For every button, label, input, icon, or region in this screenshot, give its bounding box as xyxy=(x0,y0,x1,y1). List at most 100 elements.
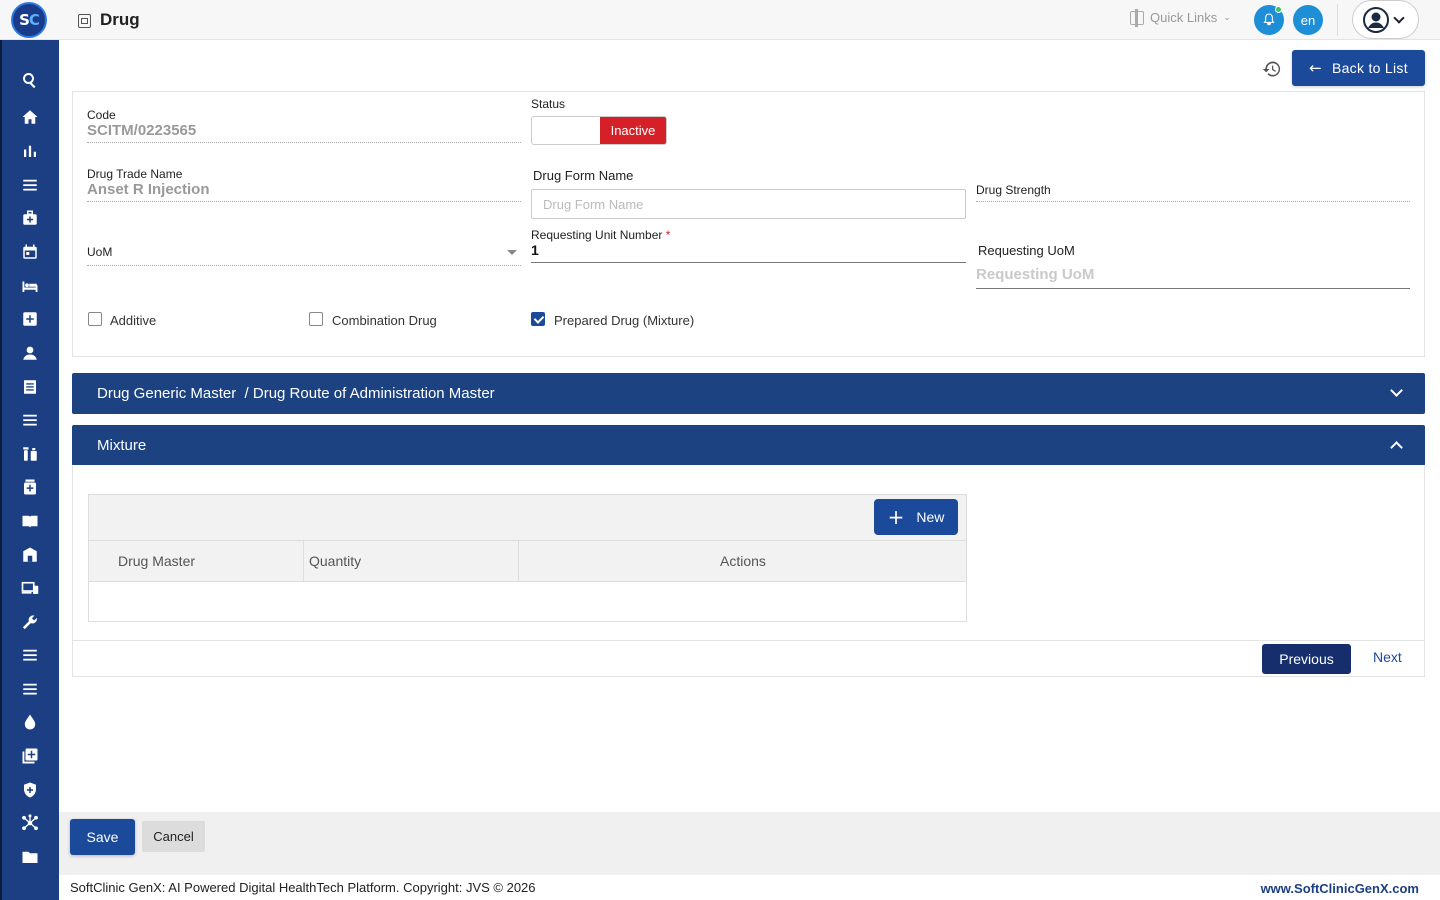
form-name-input[interactable]: Drug Form Name xyxy=(531,189,966,219)
drop-icon[interactable] xyxy=(20,712,40,732)
column-header-drug-master[interactable]: Drug Master xyxy=(118,541,195,581)
user-menu-button[interactable] xyxy=(1352,0,1419,39)
status-toggle[interactable]: Inactive xyxy=(531,116,667,145)
grid-toolbar: + New xyxy=(89,495,966,541)
plus-icon: + xyxy=(887,505,905,529)
grid-empty-row xyxy=(89,582,966,621)
arrow-left-icon: ← xyxy=(1309,59,1322,77)
trade-name-label: Drug Trade Name xyxy=(87,167,183,181)
accordion-mixture[interactable]: Mixture xyxy=(72,425,1425,466)
list-icon[interactable] xyxy=(20,410,40,430)
column-divider xyxy=(518,541,519,581)
uom-dropdown-caret-icon[interactable] xyxy=(507,250,517,255)
req-uom-underline xyxy=(976,288,1410,289)
plus-box-icon[interactable] xyxy=(20,309,40,329)
mixture-grid: + New Drug Master Quantity Actions xyxy=(88,494,967,622)
bar-chart-icon[interactable] xyxy=(20,141,40,161)
save-button[interactable]: Save xyxy=(70,819,135,855)
back-to-list-button[interactable]: ← Back to List xyxy=(1292,50,1425,86)
req-uom-label: Requesting UoM xyxy=(978,243,1075,258)
accordion-generic-route[interactable]: Drug Generic Master / Drug Route of Admi… xyxy=(72,373,1425,414)
drug-form-card: Code SCITM/0223565 Status Inactive Drug … xyxy=(72,91,1425,357)
quick-links-label: Quick Links xyxy=(1150,10,1218,25)
column-header-quantity[interactable]: Quantity xyxy=(309,541,361,581)
req-uom-input[interactable]: Requesting UoM xyxy=(976,266,1094,283)
caret-down-icon: ⌄ xyxy=(1223,12,1231,22)
column-divider xyxy=(303,541,304,581)
page-icon xyxy=(78,14,91,28)
new-label: New xyxy=(916,509,945,525)
lab-icon[interactable] xyxy=(20,444,40,464)
menu-icon[interactable] xyxy=(20,175,40,195)
history-icon[interactable] xyxy=(1262,59,1282,79)
divider xyxy=(1337,4,1338,36)
add-box-icon[interactable] xyxy=(20,746,40,766)
grid-header-row: Drug Master Quantity Actions xyxy=(89,541,966,582)
footer: SoftClinic GenX: AI Powered Digital Heal… xyxy=(59,875,1440,900)
cancel-button[interactable]: Cancel xyxy=(142,821,205,852)
quick-links-dropdown[interactable]: Quick Links ⌄ xyxy=(1130,8,1231,27)
copyright-text: SoftClinic GenX: AI Powered Digital Heal… xyxy=(70,880,536,895)
menu-icon-3[interactable] xyxy=(20,679,40,699)
hub-icon[interactable] xyxy=(20,813,40,833)
uom-label: UoM xyxy=(87,245,113,259)
prepared-drug-checkbox[interactable] xyxy=(531,312,545,326)
chevron-down-icon xyxy=(1390,384,1403,397)
required-star: * xyxy=(665,228,671,242)
form-action-bar: Save Cancel xyxy=(59,812,1440,875)
app-logo[interactable]: SC xyxy=(11,2,47,38)
devices-icon[interactable] xyxy=(20,578,40,598)
divider xyxy=(73,640,1424,641)
back-to-list-label: Back to List xyxy=(1331,60,1408,76)
medical-bag-icon[interactable] xyxy=(20,208,40,228)
previous-button[interactable]: Previous xyxy=(1262,644,1351,674)
additive-label: Additive xyxy=(110,313,157,328)
column-header-actions: Actions xyxy=(720,553,766,569)
page-title: Drug xyxy=(100,10,140,29)
uom-select[interactable] xyxy=(87,265,521,266)
code-label: Code xyxy=(87,108,116,122)
shield-icon[interactable] xyxy=(20,780,40,800)
building-icon[interactable] xyxy=(20,545,40,565)
accordion-generic-title: Drug Generic Master / Drug Route of Admi… xyxy=(97,385,495,402)
folder-icon[interactable] xyxy=(20,847,40,867)
bell-icon xyxy=(1263,13,1275,26)
calendar-icon[interactable] xyxy=(20,242,40,262)
status-inactive-badge[interactable]: Inactive xyxy=(600,117,666,144)
receipt-icon[interactable] xyxy=(20,377,40,397)
bed-icon[interactable] xyxy=(20,276,40,296)
req-unit-underline xyxy=(531,262,966,263)
logo-letter-s: S xyxy=(19,11,30,29)
website-link[interactable]: www.SoftClinicGenX.com xyxy=(1261,881,1419,896)
book-icon[interactable] xyxy=(20,511,40,531)
avatar-icon xyxy=(1363,6,1389,33)
trade-name-underline xyxy=(87,201,521,202)
logo-letter-c: C xyxy=(28,11,40,29)
trade-name-value: Anset R Injection xyxy=(87,181,210,198)
home-icon[interactable] xyxy=(20,107,40,127)
code-underline xyxy=(87,142,521,143)
user-icon[interactable] xyxy=(20,343,40,363)
new-button[interactable]: + New xyxy=(874,499,958,535)
gift-icon xyxy=(1130,8,1144,27)
sidebar xyxy=(0,40,59,900)
language-button[interactable]: en xyxy=(1293,5,1323,35)
status-label: Status xyxy=(531,97,566,111)
form-name-label: Drug Form Name xyxy=(533,168,634,183)
req-unit-value[interactable]: 1 xyxy=(531,242,539,258)
top-bar: SC Drug Quick Links ⌄ en xyxy=(0,0,1440,40)
prepared-drug-label: Prepared Drug (Mixture) xyxy=(554,313,695,328)
pharmacy-icon[interactable] xyxy=(20,477,40,497)
next-button[interactable]: Next xyxy=(1373,649,1402,665)
menu-icon-2[interactable] xyxy=(20,645,40,665)
combination-drug-checkbox[interactable] xyxy=(309,312,323,326)
search-icon[interactable] xyxy=(20,70,40,90)
wrench-icon[interactable] xyxy=(20,612,40,632)
notifications-button[interactable] xyxy=(1254,5,1284,35)
mixture-panel: + New Drug Master Quantity Actions Previ… xyxy=(72,465,1425,677)
strength-input[interactable] xyxy=(976,201,1410,202)
additive-checkbox[interactable] xyxy=(88,312,102,326)
notification-dot xyxy=(1275,6,1282,13)
code-value: SCITM/0223565 xyxy=(87,122,197,139)
req-unit-label-text: Requesting Unit Number xyxy=(531,228,663,242)
